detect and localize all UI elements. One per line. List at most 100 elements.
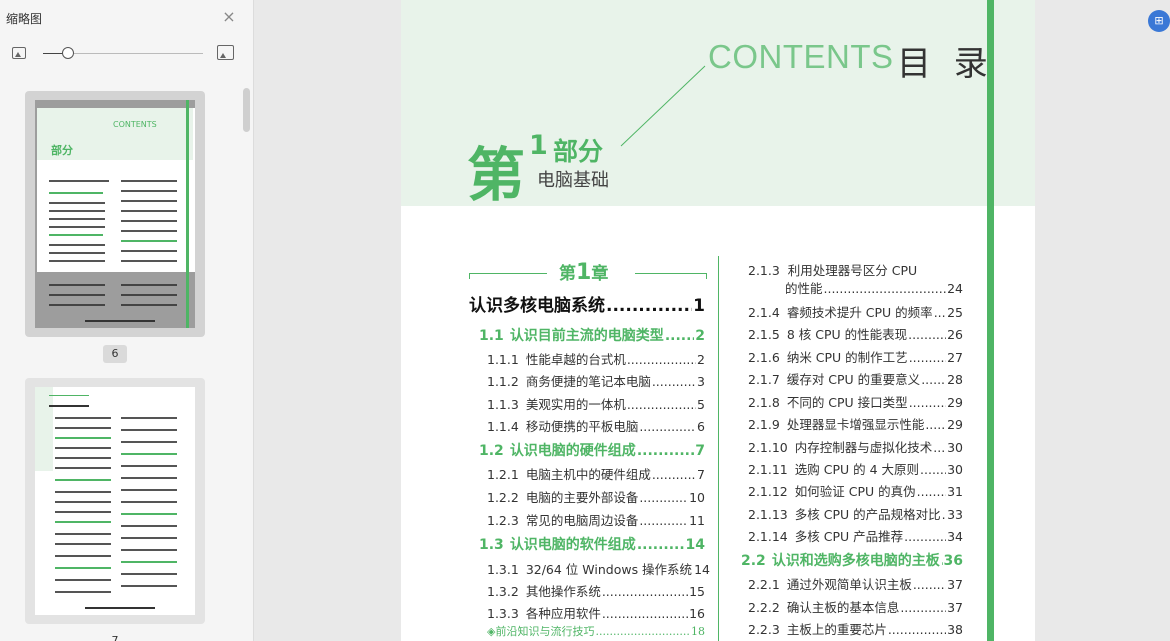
toc-entry-number: 2.1.5: [748, 327, 780, 342]
thumbnail-page-number: 7: [111, 634, 119, 641]
toc-leader-dots: [921, 372, 946, 387]
toc-entry-2-1-3-line2[interactable]: 的性能 24: [785, 278, 963, 297]
toc-entry-number: 1.1.3: [487, 397, 519, 412]
toc-entry-number: 2.2.1: [748, 577, 780, 592]
toc-entry[interactable]: 2.1.4 睿频技术提升 CPU 的频率 25: [748, 302, 963, 321]
toc-entry[interactable]: 1.2 认识电脑的硬件组成 7: [479, 440, 705, 460]
toc-entry[interactable]: 2.1.10 内存控制器与虚拟化技术 30: [748, 437, 963, 456]
toc-entry[interactable]: 1.1.1 性能卓越的台式机 2: [487, 349, 705, 368]
contents-heading-en: CONTENTS: [708, 38, 894, 75]
toc-leader-dots: [652, 374, 696, 389]
toc-entry-number: 2.2.3: [748, 622, 780, 637]
toc-entry-page: 31: [947, 484, 963, 499]
toc-entry[interactable]: 1.2.2 电脑的主要外部设备 10: [487, 487, 705, 506]
toc-entry-title: 如何验证 CPU 的真伪: [794, 484, 916, 499]
toc-entry-title: 前沿知识与流行技巧: [495, 625, 595, 638]
toc-entry-2-1-3-line1[interactable]: 2.1.3 利用处理器号区分 CPU: [748, 260, 917, 279]
toc-entry-page: 36: [943, 553, 963, 569]
zoom-slider-handle[interactable]: [62, 47, 74, 59]
toc-entry[interactable]: 2.2.1 通过外观简单认识主板 37: [748, 574, 963, 593]
toc-leader-dots: [904, 529, 946, 544]
sidebar-scrollbar[interactable]: [243, 88, 250, 132]
toc-entry-title: 其他操作系统: [525, 584, 601, 599]
toc-entry-number: ◈: [487, 625, 496, 638]
toc-entry[interactable]: 2.1.12 如何验证 CPU 的真伪 31: [748, 481, 963, 500]
document-viewer[interactable]: CONTENTS 目 录 第 1 部分 电脑基础 第1章 认识多核电脑系统 1 1.…: [255, 0, 1170, 641]
thumbnail-preview: [35, 387, 195, 615]
thumbnail-page-7[interactable]: [25, 378, 205, 624]
toc-entry[interactable]: 1.3 认识电脑的软件组成 14: [479, 534, 705, 554]
toc-entry-title: 选购 CPU 的 4 大原则: [794, 462, 920, 477]
chapter-label: 第1章: [469, 260, 707, 287]
toc-leader-dots: [627, 352, 696, 367]
toc-entry-number: 1.3.1: [487, 562, 519, 577]
toc-entry[interactable]: 2.1.14 多核 CPU 产品推荐 34: [748, 526, 963, 545]
toc-entry[interactable]: 2.1.6 纳米 CPU 的制作工艺 27: [748, 347, 963, 366]
toc-leader-dots: [665, 328, 694, 344]
decorative-diagonal-line: [620, 65, 706, 147]
thumbnail-contents-text: CONTENTS: [113, 120, 157, 129]
toc-entry-title: 各种应用软件: [525, 606, 601, 621]
toc-entry-title: 处理器显卡增强显示性能: [786, 417, 925, 432]
toc-entry[interactable]: 2.1.8 不同的 CPU 接口类型 29: [748, 392, 963, 411]
toc-entry[interactable]: 2.2.3 主板上的重要芯片 38: [748, 619, 963, 638]
toc-entry-title: 主板上的重要芯片: [786, 622, 887, 637]
toc-entry-title: 认识多核电脑系统: [469, 296, 605, 316]
toc-entry-page: 26: [947, 327, 963, 342]
toc-entry-number: 2.2: [741, 553, 766, 569]
toc-leader-dots: [888, 622, 946, 637]
thumbnail-page-6[interactable]: CONTENTS 部分: [25, 91, 205, 337]
toc-entry[interactable]: 1.3.3 各种应用软件 16: [487, 603, 705, 622]
toc-entry[interactable]: 1.1 认识目前主流的电脑类型 2: [479, 325, 705, 345]
toc-entry[interactable]: 2.1.11 选购 CPU 的 4 大原则 30: [748, 459, 963, 478]
close-icon[interactable]: ×: [221, 9, 237, 25]
toc-entry-page: 1: [693, 296, 705, 316]
thumbnail-list[interactable]: CONTENTS 部分 6 7: [0, 80, 254, 641]
app-badge-icon[interactable]: ⊞: [1148, 10, 1170, 32]
toc-entry-title: 多核 CPU 产品推荐: [794, 529, 904, 544]
toc-entry[interactable]: 2.1.7 缓存对 CPU 的重要意义 28: [748, 369, 963, 388]
toc-entry[interactable]: 2.1.5 8 核 CPU 的性能表现 26: [748, 324, 963, 343]
toc-leader-dots: [909, 395, 946, 410]
toc-entry[interactable]: 1.2.1 电脑主机中的硬件组成 7: [487, 464, 705, 483]
toc-entry[interactable]: ◈前沿知识与流行技巧 18: [487, 623, 705, 639]
toc-entry[interactable]: 1.2.3 常见的电脑周边设备 11: [487, 510, 705, 529]
toc-entry-page: 2: [695, 328, 705, 344]
toc-entry-page: 25: [947, 305, 963, 320]
toc-entry[interactable]: 1.1.4 移动便携的平板电脑 6: [487, 416, 705, 435]
toc-entry-number: 1.1.2: [487, 374, 519, 389]
toc-leader-dots: [925, 417, 946, 432]
toc-entry[interactable]: 2.1.13 多核 CPU 的产品规格对比 33: [748, 504, 963, 523]
toc-entry-number: 1.1.1: [487, 352, 519, 367]
toc-entry-page: 30: [947, 462, 963, 477]
toc-entry[interactable]: 1.1.2 商务便捷的笔记本电脑 3: [487, 371, 705, 390]
toc-entry[interactable]: 2.2.2 确认主板的基本信息 37: [748, 597, 963, 616]
document-page: CONTENTS 目 录 第 1 部分 电脑基础 第1章 认识多核电脑系统 1 1.…: [401, 0, 1035, 641]
toc-entry-title: 多核 CPU 的产品规格对比: [794, 507, 941, 522]
toc-entry-page: 29: [947, 417, 963, 432]
toc-entry[interactable]: 认识多核电脑系统 1: [469, 291, 705, 316]
toc-entry[interactable]: 2.1.9 处理器显卡增强显示性能 29: [748, 414, 963, 433]
toc-entry-page: 28: [947, 372, 963, 387]
toc-entry-title: 移动便携的平板电脑: [525, 419, 639, 434]
toc-entry[interactable]: 2.2 认识和选购多核电脑的主板36: [741, 550, 963, 570]
toc-entry-title: 缓存对 CPU 的重要意义: [786, 372, 921, 387]
toc-entry-number: 2.1.13: [748, 507, 788, 522]
toc-entry[interactable]: 1.3.2 其他操作系统 15: [487, 581, 705, 600]
toc-entry-title: 32/64 位 Windows 操作系统: [525, 562, 693, 577]
toc-entry-number: 2.1.8: [748, 395, 780, 410]
toc-leader-dots: [639, 419, 696, 434]
toc-entry-page: 15: [689, 584, 705, 599]
toc-entry[interactable]: 1.3.1 32/64 位 Windows 操作系统 14: [487, 559, 710, 578]
column-divider: [718, 256, 719, 641]
toc-leader-dots: [920, 462, 946, 477]
contents-heading-cn: 目 录: [897, 44, 994, 84]
toc-entry[interactable]: 1.1.3 美观实用的一体机 5: [487, 394, 705, 413]
toc-leader-dots: [913, 577, 946, 592]
thumbnail-sidebar: 缩略图 × CONTENTS 部分 6 7: [0, 0, 254, 641]
toc-entry-page: 37: [947, 577, 963, 592]
toc-entry-title: 认识电脑的硬件组成: [509, 443, 636, 459]
zoom-in-image-icon[interactable]: [217, 45, 234, 60]
toc-entry-page: 14: [685, 537, 705, 553]
zoom-out-image-icon[interactable]: [12, 47, 26, 59]
